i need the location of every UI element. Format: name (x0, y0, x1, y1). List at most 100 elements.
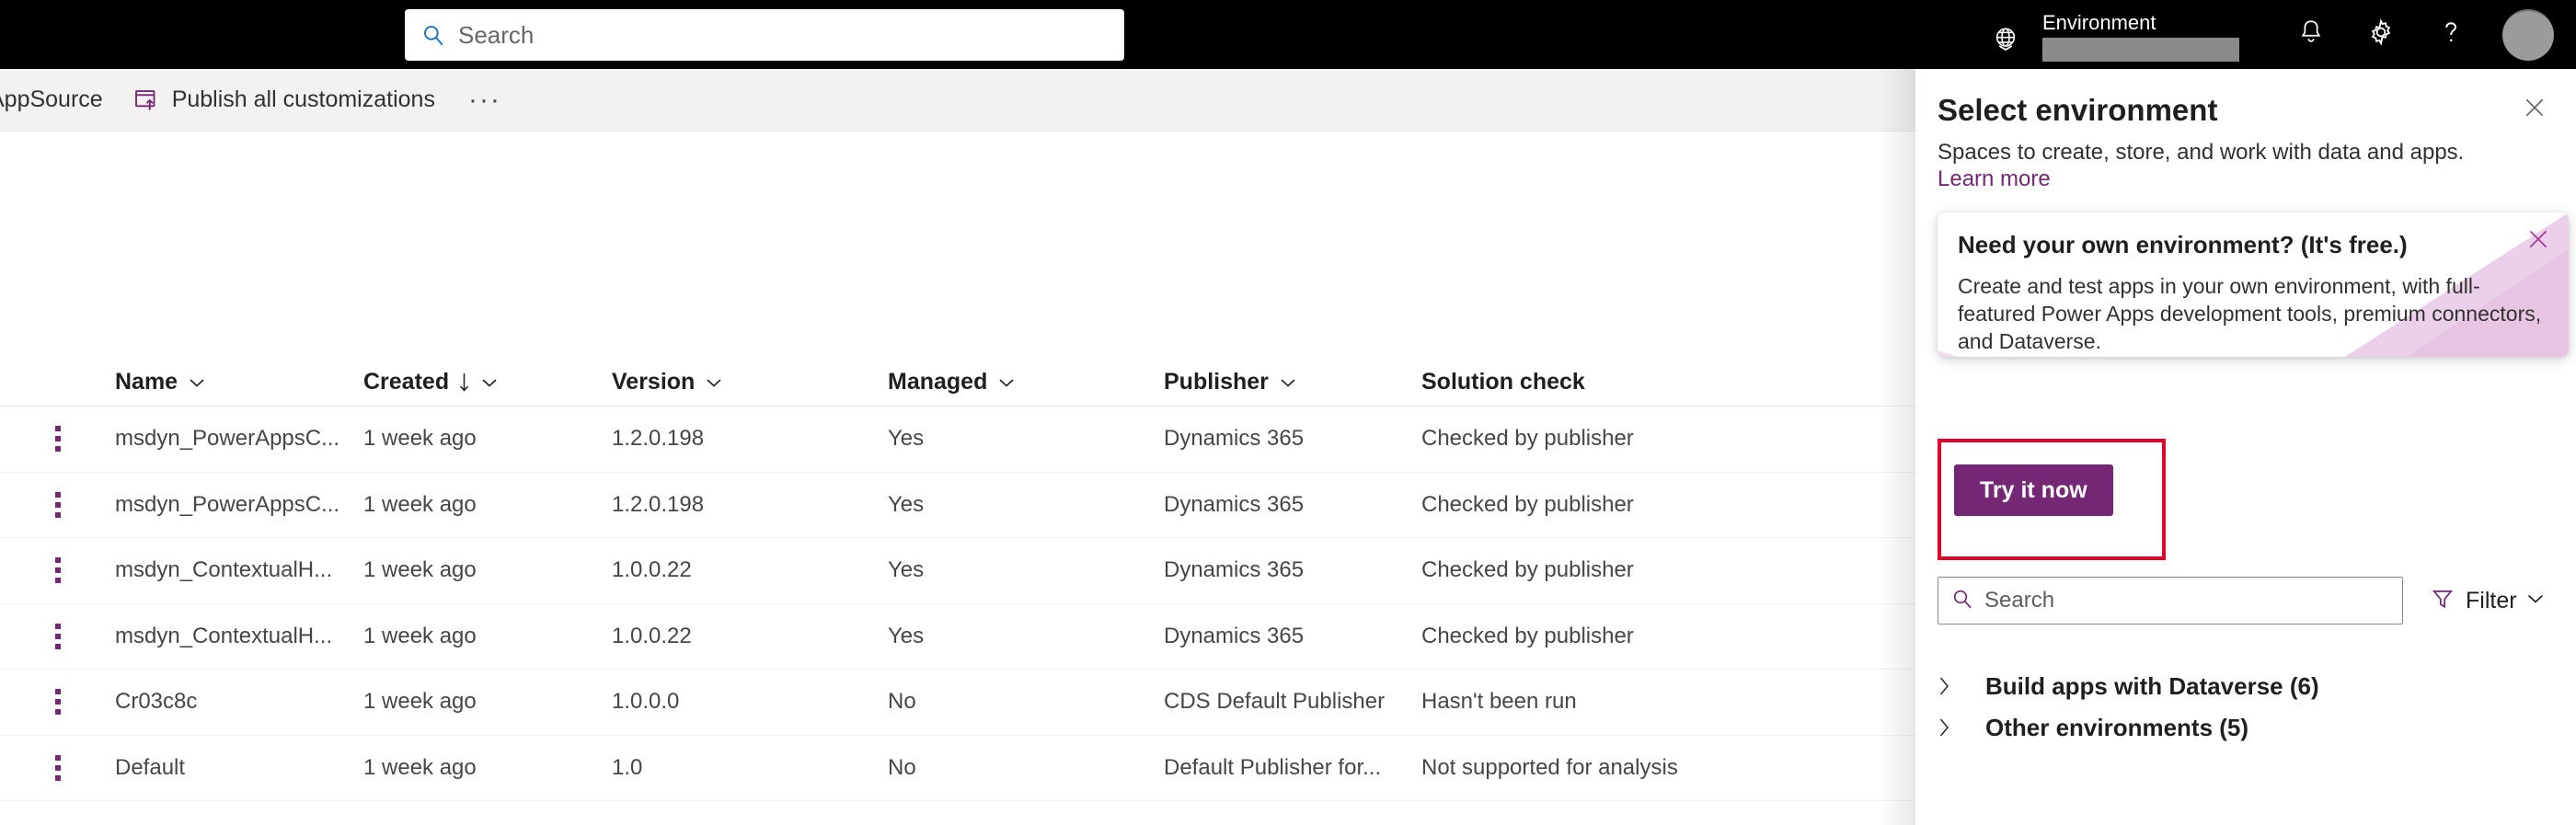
more-vertical-icon (54, 689, 61, 716)
suite-bar: Search Environment (0, 0, 2576, 69)
panel-header: Select environment (1915, 69, 2576, 129)
filter-button[interactable]: Filter (2431, 587, 2545, 615)
help-button[interactable] (2416, 0, 2486, 69)
table-row[interactable]: msdyn_PowerAppsC... 1 week ago 1.2.0.198… (0, 473, 1915, 538)
cell-managed: No (888, 754, 916, 780)
global-search-box[interactable]: Search (405, 9, 1124, 61)
appsource-label: AppSource (0, 86, 103, 112)
notifications-button[interactable] (2276, 0, 2346, 69)
settings-button[interactable] (2346, 0, 2416, 69)
chevron-down-icon (189, 377, 205, 388)
cell-publisher: Default Publisher for... (1164, 754, 1382, 780)
cell-created: 1 week ago (363, 689, 477, 715)
more-vertical-icon (54, 623, 61, 649)
cell-version: 1.2.0.198 (612, 426, 705, 452)
cell-name: msdyn_ContextualH... (115, 557, 333, 583)
chevron-down-icon (998, 377, 1015, 388)
column-header-version[interactable]: Version (612, 369, 888, 395)
environment-group-build-apps-with-dataverse[interactable]: Build apps with Dataverse (6) (1938, 667, 2554, 705)
column-header-name-label: Name (115, 369, 178, 395)
cell-version: 1.2.0.198 (612, 491, 705, 517)
column-header-created[interactable]: Created (363, 369, 612, 395)
avatar[interactable] (2502, 8, 2554, 61)
global-search-placeholder: Search (458, 20, 535, 49)
column-header-name[interactable]: Name (115, 369, 363, 395)
learn-more-link[interactable]: Learn more (1915, 166, 2073, 192)
cell-solution-check: Checked by publisher (1421, 557, 1634, 583)
column-header-managed-label: Managed (888, 369, 988, 395)
column-header-solution-check[interactable]: Solution check (1421, 369, 1789, 395)
environment-group-label: Other environments (5) (1985, 713, 2249, 741)
solutions-list-area: Name Created Version Managed Publisher S… (0, 132, 1915, 825)
cell-created: 1 week ago (363, 426, 477, 452)
panel-close-button[interactable] (2519, 92, 2550, 128)
panel-title: Select environment (1938, 93, 2218, 127)
command-bar-overflow-button[interactable]: ··· (450, 85, 520, 116)
cell-publisher: Dynamics 365 (1164, 557, 1305, 583)
more-vertical-icon (54, 754, 61, 781)
column-header-managed[interactable]: Managed (888, 369, 1164, 395)
teaching-callout: Need your own environment? (It's free.) … (1938, 212, 2569, 357)
chevron-down-icon (706, 377, 722, 388)
environment-group-other-environments[interactable]: Other environments (5) (1938, 708, 2554, 747)
environment-indicator[interactable]: Environment (1991, 7, 2239, 62)
row-more-options-button[interactable] (0, 557, 115, 584)
more-vertical-icon (54, 557, 61, 584)
gear-icon (2365, 17, 2397, 52)
cell-solution-check: Checked by publisher (1421, 623, 1634, 648)
cell-managed: Yes (888, 491, 925, 517)
filter-icon (2431, 587, 2455, 615)
search-icon (421, 23, 445, 47)
cell-publisher: Dynamics 365 (1164, 623, 1305, 648)
try-it-now-highlight-region: Try it now (1938, 439, 2166, 560)
environment-label: Environment (2042, 11, 2156, 34)
cell-created: 1 week ago (363, 557, 477, 583)
publish-all-customizations-label: Publish all customizations (171, 86, 435, 112)
cell-managed: No (888, 689, 916, 715)
column-header-solution-check-label: Solution check (1421, 369, 1585, 395)
callout-body-text: Create and test apps in your own environ… (1958, 274, 2542, 353)
row-more-options-button[interactable] (0, 754, 115, 781)
column-header-publisher-label: Publisher (1164, 369, 1269, 395)
panel-search-row: Search Filter (1938, 577, 2554, 624)
table-row[interactable]: msdyn_ContextualH... 1 week ago 1.0.0.22… (0, 538, 1915, 604)
cell-version: 1.0.0.0 (612, 689, 680, 715)
cell-created: 1 week ago (363, 754, 477, 780)
chevron-down-icon (1280, 377, 1296, 388)
callout-close-button[interactable] (2523, 223, 2554, 259)
suite-bar-actions: Environment (1991, 0, 2576, 69)
column-header-publisher[interactable]: Publisher (1164, 369, 1421, 395)
column-header-version-label: Version (612, 369, 696, 395)
appsource-button[interactable]: AppSource (0, 69, 118, 132)
table-row[interactable]: Cr03c8c 1 week ago 1.0.0.0 No CDS Defaul… (0, 670, 1915, 736)
question-mark-icon (2435, 17, 2467, 52)
environment-search-placeholder: Search (1984, 588, 2055, 613)
callout-title: Need your own environment? (It's free.) (1958, 231, 2408, 258)
cell-created: 1 week ago (363, 491, 477, 517)
cell-publisher: Dynamics 365 (1164, 426, 1305, 452)
cell-created: 1 week ago (363, 623, 477, 648)
cell-name: msdyn_ContextualH... (115, 623, 333, 648)
chevron-down-icon (2526, 592, 2545, 609)
cell-solution-check: Checked by publisher (1421, 491, 1634, 517)
table-row[interactable]: msdyn_PowerAppsC... 1 week ago 1.2.0.198… (0, 407, 1915, 473)
table-row[interactable]: msdyn_ContextualH... 1 week ago 1.0.0.22… (0, 604, 1915, 670)
globe-icon (1991, 24, 2020, 58)
search-icon (1951, 588, 1973, 614)
row-more-options-button[interactable] (0, 623, 115, 649)
row-more-options-button[interactable] (0, 426, 115, 453)
publish-all-customizations-button[interactable]: Publish all customizations (118, 69, 450, 132)
environment-group-label: Build apps with Dataverse (6) (1985, 671, 2319, 700)
cell-version: 1.0.0.22 (612, 623, 692, 648)
environment-search-input[interactable]: Search (1938, 577, 2403, 624)
cell-version: 1.0.0.22 (612, 557, 692, 583)
cell-publisher: CDS Default Publisher (1164, 689, 1386, 715)
close-icon (2526, 230, 2550, 255)
cell-version: 1.0 (612, 754, 643, 780)
row-more-options-button[interactable] (0, 491, 115, 518)
cell-managed: Yes (888, 623, 925, 648)
filter-label: Filter (2466, 587, 2517, 613)
table-row[interactable]: Default 1 week ago 1.0 No Default Publis… (0, 736, 1915, 801)
try-it-now-button[interactable]: Try it now (1954, 464, 2113, 516)
row-more-options-button[interactable] (0, 689, 115, 716)
